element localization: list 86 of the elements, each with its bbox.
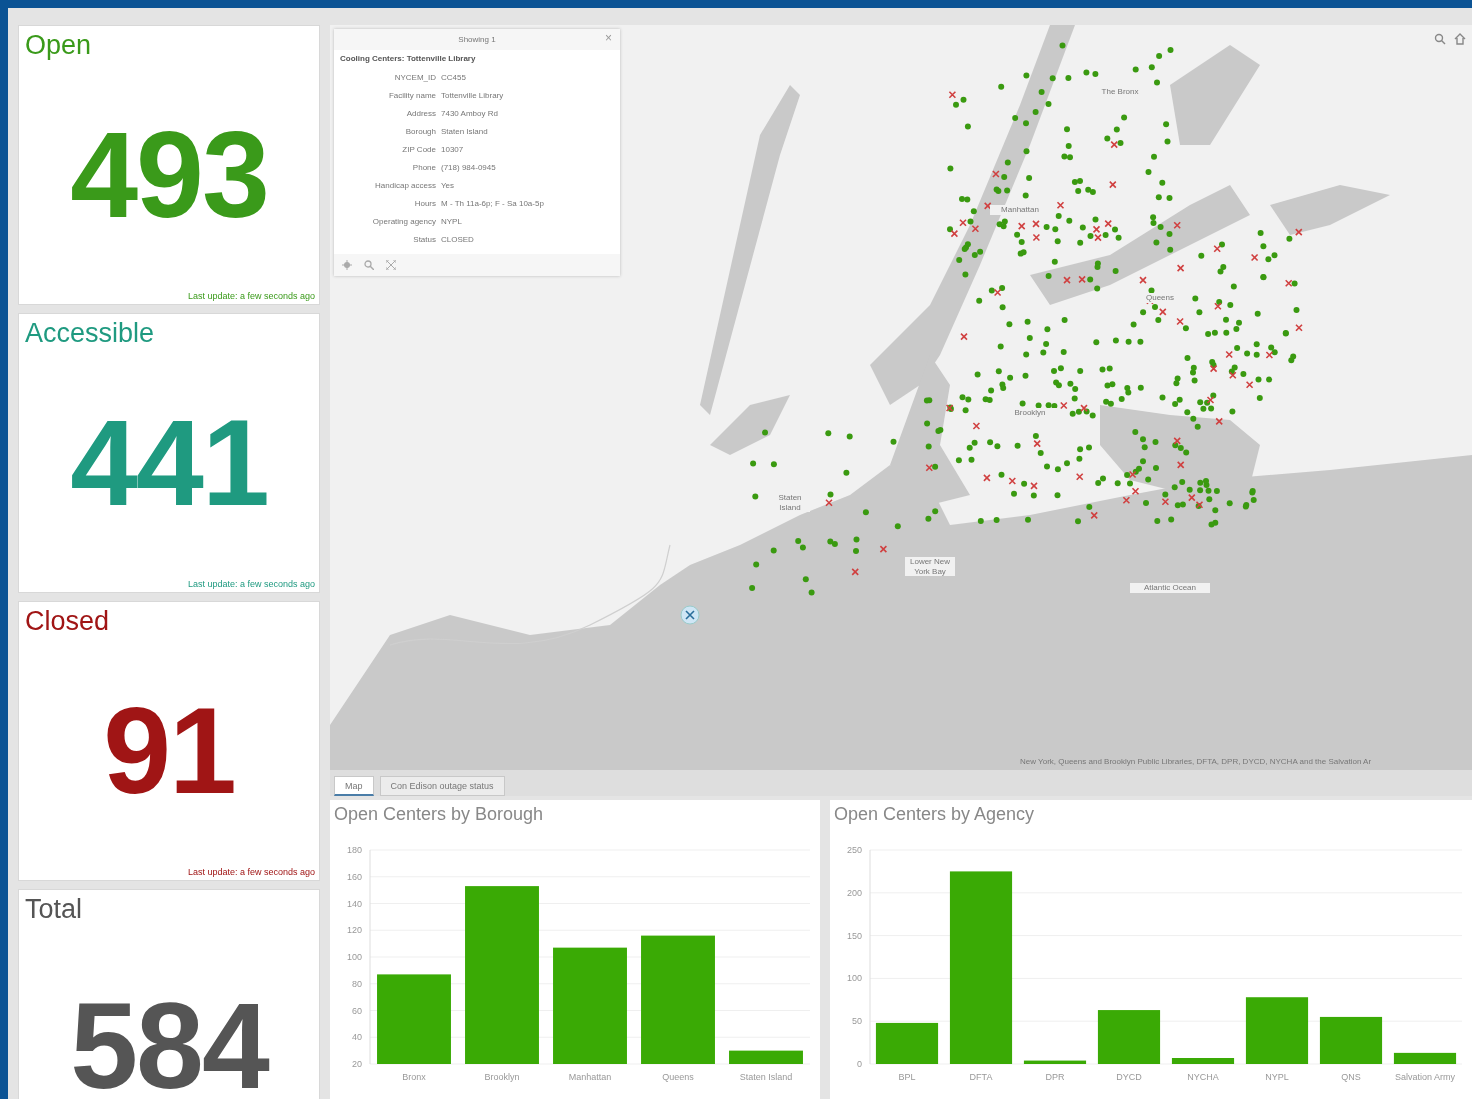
indicator-title: Accessible — [24, 317, 156, 350]
y-tick-label: 150 — [846, 930, 862, 941]
field-value: Staten Island — [441, 127, 489, 136]
y-tick-label: 50 — [852, 1016, 862, 1027]
field-label: ZIP Code — [401, 145, 436, 154]
field-label: Phone — [411, 163, 436, 172]
x-category-label: NYPL — [1265, 1072, 1289, 1082]
x-category-label: NYCHA — [1187, 1072, 1219, 1082]
bar[interactable] — [1245, 997, 1309, 1064]
search-icon[interactable] — [1434, 33, 1446, 45]
indicator-value: 441 — [69, 394, 269, 533]
closed-center-markers[interactable] — [825, 90, 1303, 576]
field-value: (718) 984-0945 — [441, 163, 497, 172]
field-label: Borough — [404, 127, 436, 136]
chart-title: Open Centers by Agency — [834, 804, 1035, 825]
indicator-title: Open — [24, 29, 93, 62]
close-button[interactable]: × — [605, 31, 612, 45]
y-tick-label: 100 — [846, 973, 862, 984]
y-tick-label: 200 — [846, 887, 862, 898]
last-update-text: Last update: a few seconds ago — [187, 579, 315, 589]
popup-title: Cooling Centers: Tottenville Library — [339, 53, 477, 65]
popup-header: Showing 1 — [458, 35, 496, 44]
map-place-label: Atlantic Ocean — [1130, 583, 1210, 593]
x-category-label: QNS — [1341, 1072, 1361, 1082]
x-category-label: DYCD — [1116, 1072, 1142, 1082]
x-category-label: DPR — [1045, 1072, 1065, 1082]
home-icon[interactable] — [1454, 33, 1466, 45]
field-value: NYPL — [441, 217, 463, 226]
field-label: Operating agency — [371, 217, 436, 226]
x-category-label: Staten Island — [739, 1072, 793, 1082]
map-attribution: New York, Queens and Brooklyn Public Libraries, DFTA, DPR, DYCD, NYCHA and the Salvation Ar — [1020, 757, 1373, 766]
y-tick-label: 140 — [346, 898, 362, 909]
field-label: Address — [405, 109, 436, 118]
y-tick-label: 100 — [346, 952, 362, 962]
field-value: M - Th 11a-6p; F - Sa 10a-5p — [441, 199, 545, 208]
last-update-text: Last update: a few seconds ago — [187, 867, 315, 877]
bar[interactable] — [729, 1050, 803, 1064]
bar[interactable] — [1393, 1052, 1457, 1064]
selected-location-icon[interactable] — [680, 605, 700, 625]
y-tick-label: 180 — [346, 845, 362, 855]
indicator-title: Total — [24, 893, 84, 926]
field-value: CLOSED — [441, 235, 475, 244]
x-category-label: Brooklyn — [484, 1072, 520, 1082]
x-category-label: Queens — [662, 1072, 694, 1082]
y-tick-label: 60 — [352, 1005, 362, 1016]
bar[interactable] — [949, 871, 1013, 1064]
field-label: Facility name — [387, 91, 436, 100]
y-tick-label: 40 — [352, 1032, 362, 1043]
field-value: CC455 — [441, 73, 467, 82]
field-label: NYCEM_ID — [393, 73, 436, 82]
tab[interactable]: Map — [334, 776, 374, 796]
indicator-value: 91 — [102, 682, 236, 821]
y-tick-label: 0 — [857, 1059, 862, 1069]
chart-title: Open Centers by Borough — [334, 804, 544, 825]
field-value: Yes — [441, 181, 456, 190]
expand-icon[interactable] — [386, 260, 396, 270]
magnifier-icon[interactable] — [364, 260, 374, 270]
bar[interactable] — [1023, 1060, 1087, 1064]
open-center-markers[interactable] — [749, 42, 1300, 596]
y-tick-label: 160 — [346, 871, 362, 882]
x-category-label: Salvation Army — [1395, 1072, 1455, 1082]
y-tick-label: 120 — [346, 925, 362, 936]
field-value: 7430 Amboy Rd — [441, 109, 499, 118]
field-label: Status — [412, 235, 436, 244]
zoom-to-icon[interactable] — [342, 260, 352, 270]
y-tick-label: 80 — [352, 978, 362, 989]
y-tick-label: 250 — [846, 845, 862, 855]
indicator-value: 584 — [69, 976, 271, 1099]
field-label: Hours — [413, 199, 436, 208]
map-place-label: Lower New York Bay — [905, 557, 955, 577]
x-category-label: DFTA — [969, 1072, 993, 1082]
y-tick-label: 20 — [352, 1059, 362, 1069]
last-update-text: Last update: a few seconds ago — [187, 291, 315, 301]
bar[interactable] — [875, 1022, 939, 1064]
indicator-value: 493 — [69, 106, 269, 245]
bar[interactable] — [1319, 1016, 1383, 1064]
bar[interactable] — [1097, 1010, 1161, 1064]
x-category-label: BPL — [898, 1072, 916, 1082]
field-label: Handicap access — [374, 181, 436, 190]
bar[interactable] — [1171, 1058, 1235, 1064]
tab[interactable]: Con Edison outage status — [379, 776, 505, 796]
x-category-label: Bronx — [402, 1072, 426, 1082]
field-value: 10307 — [441, 145, 465, 154]
field-value: Tottenville Library — [441, 91, 505, 100]
indicator-title: Closed — [24, 605, 111, 638]
x-category-label: Manhattan — [568, 1072, 612, 1082]
